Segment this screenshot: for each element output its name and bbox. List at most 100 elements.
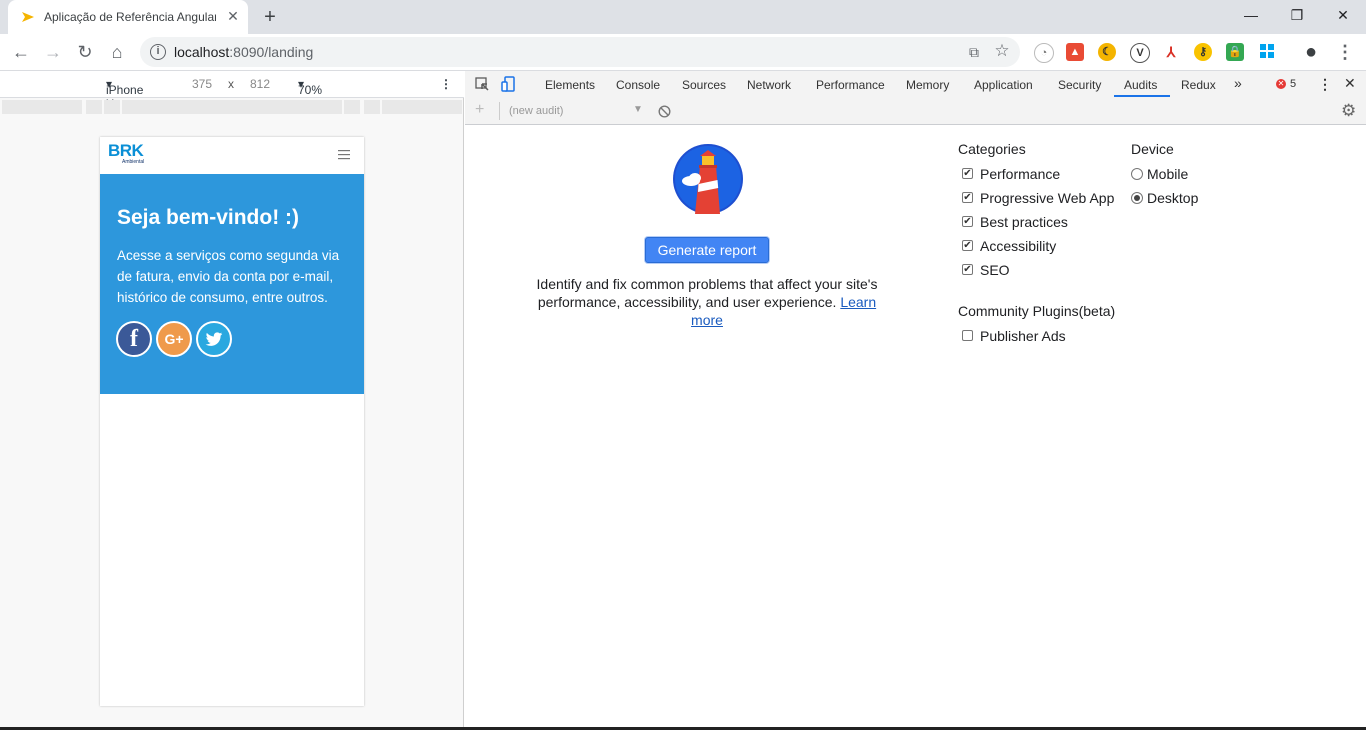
more-tabs-icon[interactable]: » xyxy=(1234,75,1242,91)
tab-sources[interactable]: Sources xyxy=(682,78,726,92)
devtools-tabbar: Elements Console Sources Network Perform… xyxy=(465,71,1366,99)
device-emulation-pane: iPhone X ▾ 375 x 812 70% ▾ ⋮ BRK Ambient… xyxy=(0,71,464,730)
tab-network[interactable]: Network xyxy=(747,78,791,92)
device-height[interactable]: 812 xyxy=(250,77,270,91)
best-practices-checkbox[interactable]: ✔ xyxy=(962,216,973,227)
devtools-close-icon[interactable]: ✕ xyxy=(1344,75,1356,92)
device-title: Device xyxy=(1131,141,1174,157)
toolbar-divider xyxy=(499,102,500,120)
tab-application[interactable]: Application xyxy=(974,78,1033,92)
pwa-checkbox[interactable]: ✔ xyxy=(962,192,973,203)
extension-windows-icon[interactable] xyxy=(1258,43,1276,61)
extension-moon-icon[interactable]: ☾ xyxy=(1098,43,1116,61)
tab-audits[interactable]: Audits xyxy=(1124,78,1157,92)
audits-description: Identify and fix common problems that af… xyxy=(531,275,883,329)
browser-tab[interactable]: Aplicação de Referência Angular ✕ xyxy=(8,0,248,34)
bookmark-star-icon[interactable]: ☆ xyxy=(992,41,1012,61)
media-query-segment[interactable] xyxy=(2,100,82,114)
minimize-button[interactable]: — xyxy=(1228,0,1274,30)
device-toolbar-menu-icon[interactable]: ⋮ xyxy=(440,77,452,91)
category-label-accessibility[interactable]: Accessibility xyxy=(980,238,1056,254)
publisher-ads-checkbox[interactable] xyxy=(962,330,973,341)
audits-toolbar: + (new audit) ▼ ⚙ xyxy=(465,98,1366,125)
browser-toolbar: ← → ↻ ⌂ i localhost:8090/landing ⧉ ☆ ◔ ▲… xyxy=(0,34,1366,71)
device-label-mobile[interactable]: Mobile xyxy=(1147,166,1188,182)
tab-title: Aplicação de Referência Angular xyxy=(44,10,216,24)
tab-elements[interactable]: Elements xyxy=(545,78,595,92)
back-arrow-icon[interactable]: ← xyxy=(8,39,34,65)
audit-select-chevron-icon[interactable]: ▼ xyxy=(633,104,643,115)
accessibility-checkbox[interactable]: ✔ xyxy=(962,240,973,251)
clear-all-icon[interactable] xyxy=(658,105,671,118)
media-query-segment[interactable] xyxy=(104,100,120,114)
new-tab-button[interactable]: + xyxy=(258,5,282,29)
site-info-icon[interactable]: i xyxy=(150,44,166,60)
zoom-select[interactable]: 70% ▾ xyxy=(298,77,322,97)
address-bar[interactable]: i localhost:8090/landing ⧉ ☆ xyxy=(140,37,1020,67)
category-label-performance[interactable]: Performance xyxy=(980,166,1060,182)
error-count[interactable]: 5 xyxy=(1290,78,1296,90)
tab-close-icon[interactable]: ✕ xyxy=(224,7,242,25)
brk-logo[interactable]: BRK Ambiental xyxy=(108,141,152,167)
performance-checkbox[interactable]: ✔ xyxy=(962,168,973,179)
media-query-segment[interactable] xyxy=(86,100,102,114)
media-query-segment[interactable] xyxy=(344,100,360,114)
hero-text: Acesse a serviços como segunda via de fa… xyxy=(117,248,340,305)
lighthouse-logo-icon xyxy=(673,144,743,214)
dimension-separator: x xyxy=(228,77,234,91)
error-icon: ✕ xyxy=(1276,79,1286,89)
media-query-segment[interactable] xyxy=(382,100,462,114)
plugins-title: Community Plugins(beta) xyxy=(958,303,1116,319)
tab-memory[interactable]: Memory xyxy=(906,78,949,92)
logo-subtext: Ambiental xyxy=(122,159,145,165)
extension-vue-icon[interactable]: V xyxy=(1130,43,1150,63)
audit-select[interactable]: (new audit) xyxy=(509,105,563,117)
media-query-segment[interactable] xyxy=(122,100,342,114)
inspect-element-icon[interactable] xyxy=(475,77,490,92)
profile-avatar-icon[interactable]: ● xyxy=(1298,39,1324,65)
tab-console[interactable]: Console xyxy=(616,78,660,92)
media-query-segment[interactable] xyxy=(364,100,380,114)
extension-timer-icon[interactable]: ◔ xyxy=(1034,43,1054,63)
devtools-menu-icon[interactable]: ⋮ xyxy=(1318,76,1332,93)
extension-pdf-icon[interactable]: ⅄ xyxy=(1162,43,1180,61)
google-plus-icon[interactable]: G+ xyxy=(156,321,192,357)
categories-title: Categories xyxy=(958,141,1026,157)
seo-checkbox[interactable]: ✔ xyxy=(962,264,973,275)
category-label-pwa[interactable]: Progressive Web App xyxy=(980,190,1114,206)
open-in-app-icon[interactable]: ⧉ xyxy=(964,42,984,62)
audits-settings-gear-icon[interactable]: ⚙ xyxy=(1341,101,1356,121)
media-query-bar[interactable] xyxy=(2,100,462,114)
plugin-label-publisher-ads[interactable]: Publisher Ads xyxy=(980,328,1066,344)
tab-performance[interactable]: Performance xyxy=(816,78,885,92)
tab-security[interactable]: Security xyxy=(1058,78,1101,92)
close-window-button[interactable]: ✕ xyxy=(1320,0,1366,30)
add-audit-icon[interactable]: + xyxy=(475,101,484,119)
device-label-desktop[interactable]: Desktop xyxy=(1147,190,1198,206)
tab-redux[interactable]: Redux xyxy=(1181,78,1216,92)
device-select[interactable]: iPhone X ▾ xyxy=(106,77,143,111)
category-label-best-practices[interactable]: Best practices xyxy=(980,214,1068,230)
device-width[interactable]: 375 xyxy=(192,77,212,91)
device-toolbar-toggle-icon[interactable] xyxy=(501,76,517,93)
facebook-icon[interactable]: f xyxy=(116,321,152,357)
desktop-radio[interactable] xyxy=(1131,192,1143,204)
extension-lighthouse-icon[interactable]: ▲ xyxy=(1066,43,1084,61)
hero-title: Seja bem-vindo! :) xyxy=(117,206,300,229)
maximize-button[interactable]: ❐ xyxy=(1274,0,1320,30)
active-tab-indicator xyxy=(1114,95,1170,97)
generate-report-button[interactable]: Generate report xyxy=(645,237,769,263)
forward-arrow-icon[interactable]: → xyxy=(40,39,66,65)
mobile-radio[interactable] xyxy=(1131,168,1143,180)
extension-lock-icon[interactable]: 🔒 xyxy=(1226,43,1244,61)
home-icon[interactable]: ⌂ xyxy=(104,39,130,65)
twitter-icon[interactable] xyxy=(196,321,232,357)
browser-menu-icon[interactable]: ⋮ xyxy=(1332,39,1358,65)
category-label-seo[interactable]: SEO xyxy=(980,262,1010,278)
hamburger-menu-icon[interactable] xyxy=(338,150,350,160)
device-toolbar: iPhone X ▾ 375 x 812 70% ▾ ⋮ xyxy=(0,71,464,111)
emulated-phone-viewport: BRK Ambiental Seja bem-vindo! :) Acesse … xyxy=(100,137,364,706)
extension-key-icon[interactable]: ⚷ xyxy=(1194,43,1212,61)
windows-icon xyxy=(1260,44,1274,58)
reload-icon[interactable]: ↻ xyxy=(72,39,98,65)
